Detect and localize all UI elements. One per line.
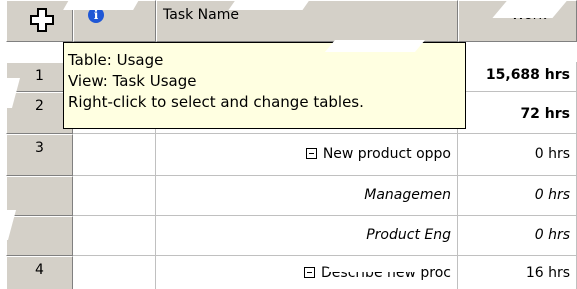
tooltip-line-view: View: Task Usage [68,72,197,90]
task-name-cell[interactable]: New product oppo [156,134,458,176]
decorative-overlay-top-center [228,0,310,10]
task-name-text: New product oppo [322,146,451,162]
select-all-corner[interactable] [6,0,73,42]
work-cell[interactable]: 0 hrs [458,176,577,216]
work-cell[interactable]: 0 hrs [458,134,577,176]
assignment-name-cell[interactable]: Managemen [156,176,458,216]
select-all-icon[interactable] [29,7,55,33]
task-name-cell[interactable]: Describe new proc [156,256,458,289]
work-cell[interactable]: 0 hrs [458,216,577,256]
row-header-4[interactable]: 4 [6,256,73,289]
task-usage-table: i Task Name Work 1 15,688 hrs 2 72 hrs 3… [6,0,577,289]
decorative-overlay-bottom [325,262,425,272]
task-name-column-header[interactable]: Task Name [156,0,458,42]
decorative-overlay-mid [324,40,426,52]
decorative-overlay-top-left [63,0,139,10]
collapse-minus-icon[interactable] [305,148,317,159]
work-cell[interactable]: 15,688 hrs [458,62,577,92]
indicator-cell[interactable] [73,134,156,176]
work-cell[interactable]: 72 hrs [458,92,577,134]
collapse-minus-icon[interactable] [304,267,316,278]
indicator-cell[interactable] [73,176,156,216]
row-header-3[interactable]: 3 [6,134,73,176]
table-tooltip: Table: Usage View: Task Usage Right-clic… [63,42,466,129]
work-cell[interactable]: 16 hrs [458,256,577,289]
tooltip-line-table: Table: Usage [68,51,164,69]
indicator-cell[interactable] [73,216,156,256]
indicator-cell[interactable] [73,256,156,289]
tooltip-line-hint: Right-click to select and change tables. [68,93,364,111]
assignment-name-cell[interactable]: Product Eng [156,216,458,256]
row-header-blank[interactable] [6,176,73,216]
row-header-blank[interactable] [6,216,73,256]
